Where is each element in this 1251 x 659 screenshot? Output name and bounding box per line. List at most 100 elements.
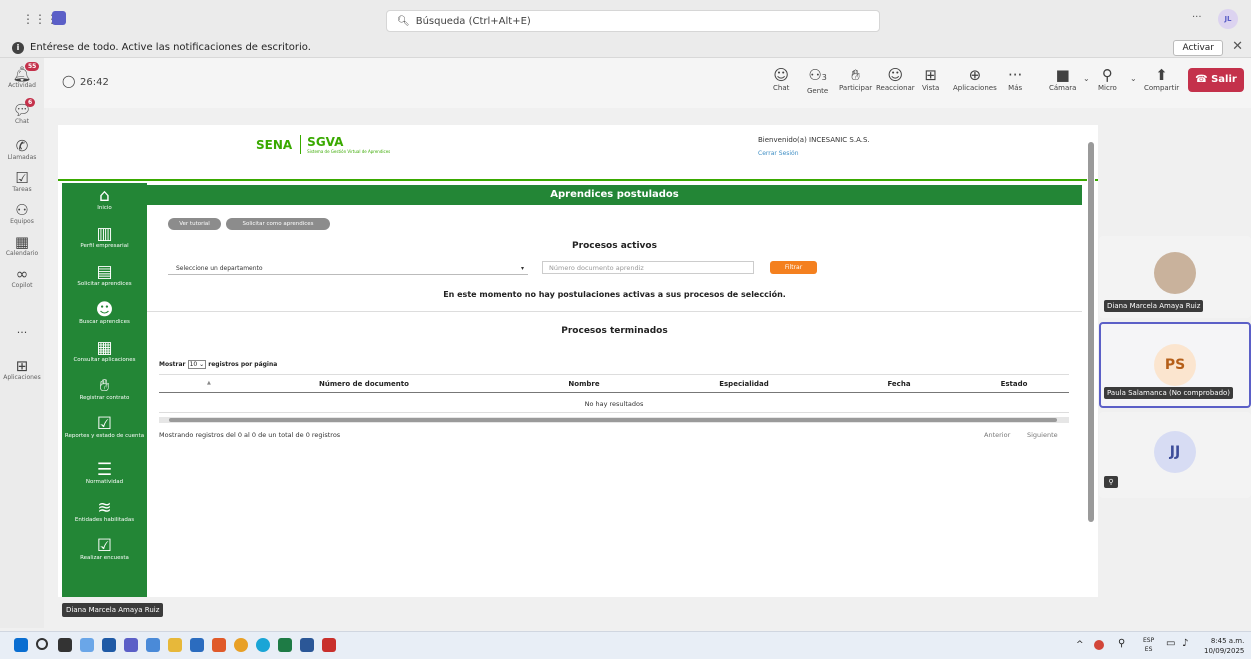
table-scrollbar[interactable] bbox=[159, 417, 1069, 423]
task-view-icon[interactable] bbox=[58, 638, 72, 652]
outlook-icon[interactable] bbox=[190, 638, 204, 652]
mic-options-chevron-icon[interactable]: ⌄ bbox=[1130, 74, 1137, 83]
mic-button[interactable]: ⚲ Micro bbox=[1098, 66, 1117, 92]
filter-button[interactable]: Filtrar bbox=[770, 261, 817, 274]
usb-icon[interactable]: ⚲ bbox=[1118, 638, 1125, 649]
mic-off-icon: ⚲ bbox=[1104, 476, 1118, 488]
chat-icon: ☺ bbox=[773, 66, 789, 84]
rail-item-chat[interactable]: 💬︎ 6 Chat bbox=[0, 98, 44, 125]
antivirus-icon[interactable] bbox=[1094, 640, 1104, 650]
toolbar-label: Participar bbox=[839, 84, 873, 92]
next-page-button[interactable]: Siguiente bbox=[1027, 431, 1058, 439]
rail-item-teams[interactable]: ⚇ Equipos bbox=[0, 202, 44, 225]
excel-icon[interactable] bbox=[278, 638, 292, 652]
toolbar-label: Gente bbox=[807, 87, 829, 95]
sidebar-item-entidades[interactable]: ≋ Entidades habilitadas bbox=[62, 499, 147, 523]
rail-label: Llamadas bbox=[7, 154, 37, 161]
shared-scrollbar[interactable] bbox=[1087, 130, 1095, 594]
rail-item-apps[interactable]: ⊞ Aplicaciones bbox=[0, 358, 44, 381]
document-number-input[interactable]: Número documento aprendiz bbox=[542, 261, 754, 274]
rail-item-more[interactable]: ··· bbox=[0, 326, 44, 339]
sidebar-item-consultar[interactable]: ▦ Consultar aplicaciones bbox=[62, 339, 147, 363]
page-length-select[interactable]: 10 ⌄ bbox=[187, 360, 207, 369]
app-rail: 🔔︎ 55 Actividad 💬︎ 6 Chat ✆ Llamadas ☑ T… bbox=[0, 58, 44, 628]
weather-icon[interactable] bbox=[146, 638, 160, 652]
edge-icon[interactable] bbox=[256, 638, 270, 652]
copilot-icon[interactable] bbox=[80, 638, 94, 652]
sidebar-item-perfil[interactable]: ▥ Perfil empresarial bbox=[62, 225, 147, 249]
close-session-link[interactable]: Cerrar Sesión bbox=[758, 150, 799, 157]
col-nombre[interactable]: Nombre bbox=[519, 380, 649, 388]
search-icon[interactable] bbox=[36, 638, 48, 650]
rail-label: Chat bbox=[14, 118, 30, 125]
acrobat-icon[interactable] bbox=[322, 638, 336, 652]
more-options-button[interactable]: ··· bbox=[1192, 12, 1202, 23]
camera-options-chevron-icon[interactable]: ⌄ bbox=[1083, 74, 1090, 83]
meeting-toolbar: ◯ 26:42 ☺ Chat ⚇3 Gente ✋︎ Participar ☺ Reac… bbox=[44, 58, 1251, 108]
people-count: 3 bbox=[821, 73, 827, 82]
scrollbar-thumb[interactable] bbox=[169, 418, 1057, 422]
file-explorer-icon[interactable] bbox=[168, 638, 182, 652]
sidebar-item-encuesta[interactable]: ☑ Realizar encuesta bbox=[62, 537, 147, 561]
store-icon[interactable] bbox=[102, 638, 116, 652]
windows-start-icon[interactable] bbox=[14, 638, 28, 652]
more-icon: ··· bbox=[1008, 66, 1023, 84]
phone-icon: ✆ bbox=[15, 137, 29, 155]
avatar[interactable]: JL bbox=[1218, 9, 1238, 29]
language-indicator[interactable]: ESP ES bbox=[1143, 636, 1154, 654]
raise-hand-button[interactable]: ✋︎ Participar bbox=[839, 66, 872, 92]
network-icon[interactable]: ▭ bbox=[1166, 638, 1175, 649]
rail-item-activity[interactable]: 🔔︎ 55 Actividad bbox=[0, 62, 44, 89]
camera-button[interactable]: ■ Cámara bbox=[1049, 66, 1076, 92]
table-header: ▲ Número de documento Nombre Especialida… bbox=[159, 374, 1069, 393]
col-documento[interactable]: Número de documento bbox=[219, 380, 509, 388]
sidebar-item-solicitar[interactable]: ▤ Solicitar aprendices bbox=[62, 263, 147, 287]
sidebar-item-inicio[interactable]: ⌂ Inicio bbox=[62, 187, 147, 211]
teams-icon[interactable] bbox=[124, 638, 138, 652]
view-button[interactable]: ⊞ Vista bbox=[922, 66, 939, 92]
col-fecha[interactable]: Fecha bbox=[839, 380, 959, 388]
col-estado[interactable]: Estado bbox=[959, 380, 1069, 388]
sidebar-item-normatividad[interactable]: ☰ Normatividad bbox=[62, 461, 147, 485]
share-button[interactable]: ⬆ Compartir bbox=[1144, 66, 1179, 92]
time: 8:45 a.m. bbox=[1210, 637, 1245, 645]
document-icon: ▤ bbox=[96, 262, 113, 282]
rail-item-calls[interactable]: ✆ Llamadas bbox=[0, 138, 44, 161]
sidebar-item-buscar[interactable]: ☻ Buscar aprendices bbox=[62, 301, 147, 325]
sidebar-item-registrar[interactable]: ✋︎ Registrar contrato bbox=[62, 377, 147, 401]
react-button[interactable]: ☺ Reaccionar bbox=[876, 66, 915, 92]
people-button[interactable]: ⚇3 Gente bbox=[807, 66, 828, 95]
language-sub: ES bbox=[1144, 646, 1153, 653]
apps-button[interactable]: ⊕ Aplicaciones bbox=[953, 66, 997, 92]
show-suffix: registros por página bbox=[208, 361, 278, 368]
chat-button[interactable]: ☺ Chat bbox=[773, 66, 789, 92]
sidebar-item-reportes[interactable]: ☑ Reportes y estado de cuenta bbox=[62, 415, 147, 439]
prev-page-button[interactable]: Anterior bbox=[984, 431, 1010, 439]
sgva-sidebar: ⌂ Inicio ▥ Perfil empresarial ▤ Solicitar a… bbox=[62, 183, 147, 597]
rail-item-copilot[interactable]: ∞ Copilot bbox=[0, 266, 44, 289]
scrollbar-thumb[interactable] bbox=[1088, 142, 1094, 522]
rail-item-tasks[interactable]: ☑ Tareas bbox=[0, 170, 44, 193]
search-input[interactable]: 🔍︎ Búsqueda (Ctrl+Alt+E) bbox=[386, 10, 880, 32]
rail-item-calendar[interactable]: ▦ Calendario bbox=[0, 234, 44, 257]
department-select[interactable]: Seleccione un departamento ▾ bbox=[168, 262, 528, 275]
clock[interactable]: 8:45 a.m. 10/09/2025 bbox=[1204, 636, 1244, 656]
user-search-icon: ☻ bbox=[95, 300, 114, 320]
sidebar-label: Consultar aplicaciones bbox=[73, 357, 136, 363]
request-apprentices-button[interactable]: Solicitar como aprendices bbox=[226, 218, 330, 230]
activate-button[interactable]: Activar bbox=[1173, 40, 1223, 56]
more-button[interactable]: ··· Más bbox=[1008, 66, 1022, 92]
word-icon[interactable] bbox=[300, 638, 314, 652]
sort-asc-icon[interactable]: ▲ bbox=[207, 380, 211, 386]
tray-chevron-icon[interactable]: ^ bbox=[1076, 640, 1084, 650]
volume-icon[interactable]: ♪ bbox=[1182, 638, 1188, 649]
col-especialidad[interactable]: Especialidad bbox=[649, 380, 839, 388]
firefox-icon[interactable] bbox=[212, 638, 226, 652]
teams-icon: ⚇ bbox=[15, 201, 29, 219]
chrome-icon[interactable] bbox=[234, 638, 248, 652]
sgva-logo: SENA SGVA Sistema de Gestión Virtual de … bbox=[256, 135, 390, 154]
tutorial-button[interactable]: Ver tutorial bbox=[168, 218, 221, 230]
show-prefix: Mostrar bbox=[159, 361, 186, 368]
close-icon[interactable]: ✕ bbox=[1232, 39, 1243, 54]
leave-button[interactable]: ☎ Salir bbox=[1188, 68, 1244, 92]
